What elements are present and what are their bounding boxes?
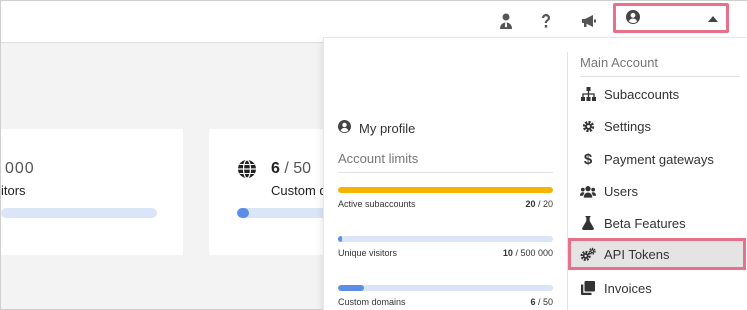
caret-up-icon — [708, 16, 718, 22]
menu-item-subaccounts[interactable]: Subaccounts — [568, 78, 746, 110]
limits-divider — [338, 172, 553, 173]
megaphone-icon[interactable] — [578, 10, 600, 32]
user-tie-icon[interactable] — [495, 10, 517, 32]
limit-active-subaccounts: Active subaccounts 20 / 20 — [338, 187, 553, 209]
user-circle-icon — [626, 10, 640, 29]
account-limits-title: Account limits — [338, 151, 419, 166]
limit-label: Active subaccounts — [338, 199, 416, 209]
globe-icon — [237, 159, 257, 184]
limit-value: 20 / 20 — [525, 199, 553, 209]
limit-custom-domains: Custom domains 6 / 50 — [338, 285, 553, 307]
gear-icon — [580, 118, 596, 134]
copy-icon — [580, 280, 596, 296]
limit-bar — [338, 285, 553, 291]
menu-item-label: Users — [604, 183, 638, 199]
account-menu-button[interactable] — [613, 3, 729, 33]
limit-value: 10 / 500 000 — [502, 248, 553, 258]
menu-item-settings[interactable]: Settings — [568, 110, 746, 142]
menu-item-api-tokens[interactable]: API Tokens — [568, 238, 746, 270]
menu-title-divider — [580, 76, 740, 77]
limit-bar-fill — [338, 187, 553, 193]
menu-item-label: Beta Features — [604, 215, 686, 231]
domains-count: 6 / 50 — [271, 160, 312, 177]
users-icon — [580, 183, 596, 199]
dollar-icon: $ — [583, 150, 593, 168]
user-circle-icon — [338, 120, 351, 136]
main-account-title: Main Account — [580, 55, 659, 70]
account-dropdown: My profile Account limits Active subacco… — [323, 37, 747, 310]
limit-bar — [338, 236, 553, 242]
domains-progress — [237, 208, 337, 218]
visitors-card: 000 itors — [1, 129, 183, 255]
flask-icon — [580, 215, 596, 231]
limit-value: 6 / 50 — [530, 297, 553, 307]
menu-item-label: Subaccounts — [604, 86, 680, 102]
menu-item-label: Settings — [604, 118, 651, 134]
menu-item-label: Invoices — [604, 280, 652, 296]
visitors-progress — [1, 208, 157, 218]
gears-icon — [580, 246, 596, 262]
limit-bar-fill — [338, 285, 364, 291]
limit-label: Unique visitors — [338, 248, 398, 258]
menu-item-payment-gateways[interactable]: $ Payment gateways — [568, 143, 746, 175]
sitemap-icon — [580, 86, 596, 102]
menu-item-invoices[interactable]: Invoices — [568, 272, 746, 304]
question-icon[interactable] — [535, 10, 557, 32]
domains-label: Custom d — [271, 183, 327, 198]
my-profile-link[interactable]: My profile — [338, 120, 415, 136]
limit-label: Custom domains — [338, 297, 406, 307]
visitors-label: itors — [1, 183, 26, 198]
limit-unique-visitors: Unique visitors 10 / 500 000 — [338, 236, 553, 258]
menu-item-label: Payment gateways — [604, 151, 714, 167]
custom-domains-card: 6 / 50 Custom d — [209, 129, 337, 255]
limit-bar-fill — [338, 236, 343, 242]
visitors-count: 000 — [5, 160, 35, 177]
my-profile-label: My profile — [359, 120, 416, 136]
menu-item-label: API Tokens — [604, 246, 670, 262]
limit-bar — [338, 187, 553, 193]
menu-item-users[interactable]: Users — [568, 175, 746, 207]
menu-item-beta-features[interactable]: Beta Features — [568, 207, 746, 239]
domains-progress-fill — [237, 208, 249, 218]
